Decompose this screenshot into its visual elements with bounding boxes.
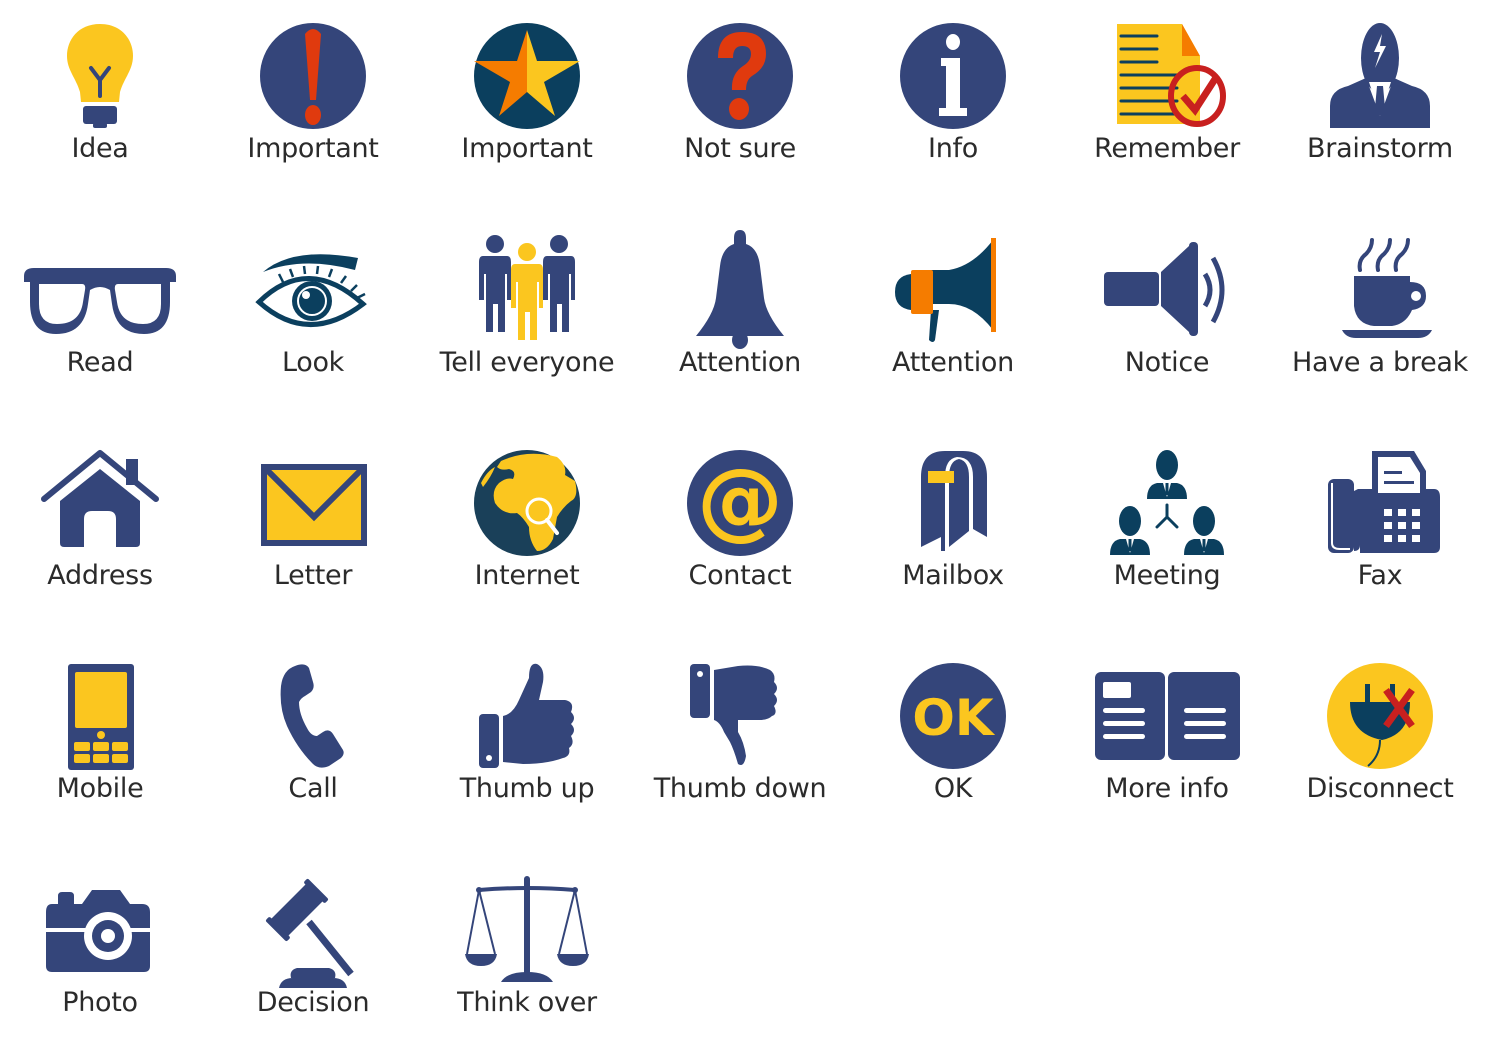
svg-text:@: @ [697,450,783,550]
icon-label: Important [247,133,379,164]
icon-card-attention-bell: Attention [635,214,845,414]
fax-icon [1328,451,1440,553]
checklist-document-icon [1117,24,1226,127]
info-icon [900,23,1006,129]
icon-label: Tell everyone [439,347,615,378]
question-icon [687,23,793,129]
icon-label: Disconnect [1306,773,1454,804]
glasses-icon [24,268,176,334]
ok-icon: OK [900,663,1006,769]
icon-label: Photo [62,987,138,1018]
icon-card-address: Address [0,427,205,627]
bell-icon [696,230,784,349]
icon-label: Meeting [1113,560,1221,591]
exclamation-icon [260,23,366,129]
icon-label: Mailbox [902,560,1004,591]
icon-card-mobile: Mobile [0,640,205,840]
group-people-icon [479,235,575,340]
unplugged-icon [1327,663,1433,769]
camera-icon [46,890,150,972]
icon-label: Mobile [56,773,144,804]
icon-label: Brainstorm [1307,133,1453,164]
house-icon [41,450,159,547]
thumb-up-icon [479,663,574,768]
icon-card-call: Call [208,640,418,840]
mailbox-icon [921,451,987,551]
icon-label: Fax [1357,560,1403,591]
speaker-icon [1104,242,1225,336]
icon-card-decision: Decision [208,854,418,1054]
megaphone-icon [895,238,996,342]
icon-card-have-a-break: Have a break [1275,214,1485,414]
icon-label: Thumb down [653,773,827,804]
icon-card-important-exclamation: Important [208,0,418,200]
icon-card-brainstorm: Brainstorm [1275,0,1485,200]
star-icon [474,23,580,129]
icon-card-letter: Letter [208,427,418,627]
icon-label: Attention [679,347,801,378]
icon-card-notice: Notice [1062,214,1272,414]
icon-card-attention-megaphone: Attention [848,214,1058,414]
icon-card-look: Look [208,214,418,414]
ok-glyph: OK [912,689,996,747]
icon-label: Contact [688,560,792,591]
icon-label: Decision [256,987,370,1018]
icon-card-not-sure: Not sure [635,0,845,200]
icon-card-info: Info [848,0,1058,200]
icon-card-tell-everyone: Tell everyone [422,214,632,414]
icon-label: Important [461,133,593,164]
icon-card-photo: Photo [0,854,205,1054]
icon-card-idea: Idea [0,0,205,200]
icon-card-remember: Remember [1062,0,1272,200]
icon-card-thumb-down: Thumb down [635,640,845,840]
meeting-people-icon [1110,450,1224,555]
icon-label: Have a break [1292,347,1468,378]
icon-label: Think over [457,987,597,1018]
mobile-phone-icon [68,664,134,770]
icon-label: Look [281,347,345,378]
icon-label: Read [66,347,134,378]
icon-label: More info [1105,773,1229,804]
open-book-icon [1095,672,1240,760]
envelope-icon [261,464,367,546]
icon-label: Not sure [684,133,796,164]
icon-label: Letter [273,560,353,591]
icon-label: Notice [1124,347,1210,378]
globe-search-icon [474,450,580,556]
phone-handset-icon [280,664,344,768]
at-sign-icon: @ [687,450,793,556]
icon-card-mailbox: Mailbox [848,427,1058,627]
icon-label: Address [47,560,153,591]
icon-card-more-info: More info [1062,640,1272,840]
icon-card-disconnect: Disconnect [1275,640,1485,840]
icon-card-contact: @ Contact [635,427,845,627]
thumb-down-icon [690,664,777,765]
scales-icon [465,876,589,982]
icon-label: Attention [892,347,1014,378]
icon-card-think-over: Think over [422,854,632,1054]
icon-label: Info [928,133,978,164]
coffee-cup-icon [1342,238,1432,338]
icon-label: OK [933,773,973,804]
icon-card-meeting: Meeting [1062,427,1272,627]
gavel-icon [266,879,354,988]
icon-label: Call [288,773,338,804]
icon-label: Remember [1094,133,1240,164]
icon-card-important-star: Important [422,0,632,200]
icon-card-internet: Internet [422,427,632,627]
eye-icon [255,254,367,327]
icon-label: Idea [71,133,129,164]
icon-label: Internet [474,560,580,591]
brainstorm-person-icon [1330,23,1430,128]
lightbulb-icon [67,24,133,128]
icon-label: Thumb up [459,773,595,804]
icon-card-fax: Fax [1275,427,1485,627]
icon-card-ok: OK OK [848,640,1058,840]
icon-card-read: Read [0,214,205,414]
icon-card-thumb-up: Thumb up [422,640,632,840]
